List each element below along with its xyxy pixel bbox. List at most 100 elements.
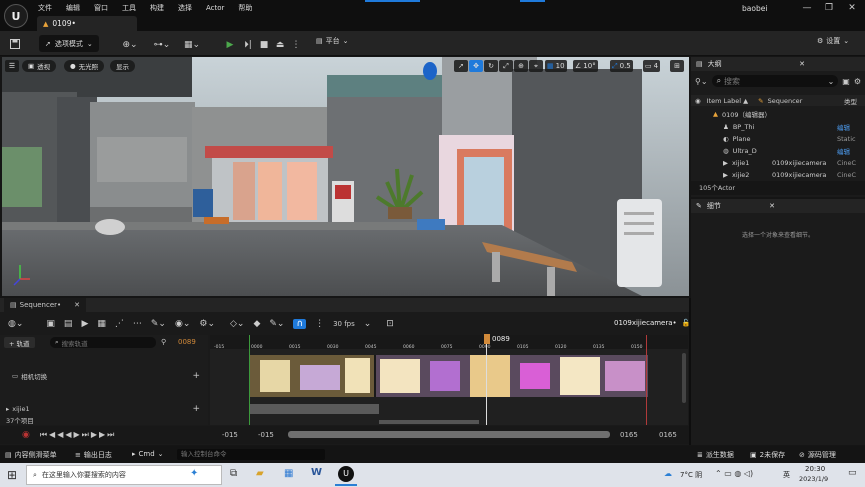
rotate-tool-icon[interactable]: ↻	[484, 60, 498, 72]
level-viewport[interactable]: ☰ ▣ 透视 ● 无光照 显示 ➚ ✥ ↻ ⤢ ⊕ ⌖ ▦ 10 ∠ 10° ⤢…	[2, 57, 689, 296]
notifications-icon[interactable]: ▭	[848, 468, 857, 478]
col-type[interactable]: 类型	[844, 96, 857, 106]
record-icon[interactable]: ◉	[22, 430, 30, 440]
close-button[interactable]: ✕	[843, 3, 861, 15]
close-icon[interactable]: ✕	[769, 202, 775, 210]
settings-dropdown[interactable]: ⚙ 设置 ⌄	[817, 36, 849, 46]
minimize-button[interactable]: —	[798, 3, 816, 15]
platform-dropdown[interactable]: ▤ 平台 ⌄	[316, 36, 349, 46]
tray-icons[interactable]: ⌃ ▭ ◍ ◁)	[715, 469, 753, 478]
playback-icon[interactable]: ⚙⌄	[199, 319, 215, 329]
word-icon[interactable]: W	[311, 467, 322, 478]
outliner-search-input[interactable]: ⌕ 搜索 ⌄	[711, 75, 839, 87]
translate-tool-icon[interactable]: ✥	[469, 60, 483, 72]
unreal-taskbar-icon[interactable]: U	[338, 466, 354, 482]
unsaved-button[interactable]: ▣ 2未保存	[750, 450, 785, 460]
weather-text[interactable]: 7°C 阴	[680, 470, 702, 480]
surface-snap-icon[interactable]: ⌖	[529, 60, 543, 72]
outliner-row[interactable]: ◍ Ultra_D 编辑	[691, 145, 865, 156]
filter-icon[interactable]: ⚲⌄	[695, 77, 708, 86]
camera-cut-section[interactable]	[250, 355, 648, 397]
eject-icon[interactable]: ⏏	[274, 36, 286, 53]
menu-actor[interactable]: Actor	[206, 4, 224, 12]
play-icon[interactable]: ▶	[224, 36, 236, 53]
timeline-scroll-thumb[interactable]	[379, 420, 479, 424]
outliner-row-type[interactable]: 编辑	[837, 122, 865, 132]
playback-end-marker[interactable]	[646, 335, 647, 425]
world-icon[interactable]: ◍⌄	[8, 319, 23, 329]
playback-start-marker[interactable]	[249, 335, 250, 425]
ime-indicator[interactable]: 英	[783, 470, 790, 480]
save-icon[interactable]: ▣	[46, 319, 55, 329]
lighting-dropdown[interactable]: ● 无光照	[64, 60, 105, 72]
output-log-button[interactable]: ≡ 输出日志	[75, 450, 112, 460]
scale-snap-toggle[interactable]: ⤢ 0.5	[610, 60, 633, 72]
range-start-left[interactable]: -015	[222, 431, 238, 439]
select-tool-icon[interactable]: ➚	[454, 60, 468, 72]
range-end-left[interactable]: 0165	[620, 431, 638, 439]
perspective-dropdown[interactable]: ▣ 透视	[22, 60, 57, 72]
scale-tool-icon[interactable]: ⤢	[499, 60, 513, 72]
console-input[interactable]: 输入控制台命令	[177, 449, 325, 460]
add-content-icon[interactable]: ⊕⌄	[118, 36, 142, 53]
menu-help[interactable]: 帮助	[238, 3, 252, 13]
clock-time[interactable]: 20:30	[805, 465, 825, 473]
current-frame-field[interactable]: 0089	[178, 338, 196, 346]
playhead-handle[interactable]	[484, 334, 490, 344]
outliner-row[interactable]: ♟ BP_Thi 编辑	[691, 121, 865, 132]
task-view-icon[interactable]: ⧉	[230, 468, 237, 479]
folder-add-icon[interactable]: ▣	[842, 77, 850, 86]
view-icon[interactable]: ◉⌄	[175, 319, 190, 329]
outliner-row[interactable]: ▶ xijie1 0109xijiecamera CineC	[691, 157, 865, 168]
maximize-button[interactable]: ❐	[820, 3, 838, 15]
clock-date[interactable]: 2023/1/9	[799, 475, 828, 483]
filter-icon[interactable]: ⚲	[161, 338, 166, 346]
cinematics-icon[interactable]: ▦⌄	[180, 36, 204, 53]
blueprint-icon[interactable]: ⊶⌄	[150, 36, 174, 53]
more-options-icon[interactable]: ⋮	[315, 319, 324, 329]
camera-speed-button[interactable]: ▭ 4	[643, 60, 661, 72]
widgets-icon[interactable]: ✦	[190, 468, 198, 479]
splitter[interactable]	[689, 298, 691, 445]
actions-icon[interactable]: ⋯	[133, 319, 142, 329]
store-icon[interactable]: ▦	[284, 468, 293, 479]
step-icon[interactable]: ⏵|	[242, 36, 254, 53]
level-tab[interactable]: ▲ 0109•	[37, 16, 137, 31]
add-track-button[interactable]: + 轨道	[4, 337, 35, 348]
outliner-row[interactable]: ▶ xijie2 0109xijiecamera CineC	[691, 169, 865, 180]
menu-file[interactable]: 文件	[38, 3, 52, 13]
angle-snap-toggle[interactable]: ∠ 10°	[573, 60, 598, 72]
range-start-right[interactable]: -015	[258, 431, 274, 439]
render-icon[interactable]: ▦	[97, 319, 106, 329]
viewport-menu-icon[interactable]: ☰	[5, 60, 19, 72]
show-dropdown[interactable]: 显示	[110, 60, 135, 72]
add-icon[interactable]: +	[192, 404, 200, 414]
range-scrollbar[interactable]	[288, 431, 610, 438]
stop-icon[interactable]: ■	[258, 36, 270, 53]
timeline-vscroll[interactable]	[682, 353, 686, 403]
snap-icon[interactable]: ∩	[293, 319, 307, 329]
brush-icon[interactable]: ✎⌄	[269, 319, 284, 329]
camera-icon[interactable]: ▶	[81, 319, 88, 329]
col-item-label[interactable]: Item Label ▲	[707, 97, 748, 105]
camera-cut-track[interactable]: ▭ 相机切换 +	[0, 368, 200, 384]
sequencer-tab[interactable]: ▤ Sequencer• ✕	[4, 298, 87, 312]
range-end-right[interactable]: 0165	[659, 431, 677, 439]
browse-icon[interactable]: ▤	[64, 319, 73, 329]
add-icon[interactable]: +	[192, 371, 200, 381]
file-explorer-icon[interactable]: ▰	[256, 468, 264, 479]
source-control-button[interactable]: ⊘ 源码管理	[799, 450, 836, 460]
menu-window[interactable]: 窗口	[94, 3, 108, 13]
menu-edit[interactable]: 编辑	[66, 3, 80, 13]
curve-icon[interactable]: ⋰	[115, 319, 124, 329]
outliner-row-type[interactable]: 编辑	[837, 146, 865, 156]
outliner-root-row[interactable]: ▲ 0109（编辑器）	[691, 108, 865, 119]
wrench-icon[interactable]: ✎⌄	[151, 319, 166, 329]
transport-icon[interactable]: ⊡	[386, 319, 394, 329]
key-icon[interactable]: ◇⌄	[230, 319, 244, 329]
derived-data-button[interactable]: ≣ 派生数据	[697, 450, 734, 460]
visibility-icon[interactable]: ◉	[695, 97, 701, 105]
menu-build[interactable]: 构建	[150, 3, 164, 13]
grid-snap-toggle[interactable]: ▦ 10	[545, 60, 567, 72]
menu-select[interactable]: 选择	[178, 3, 192, 13]
